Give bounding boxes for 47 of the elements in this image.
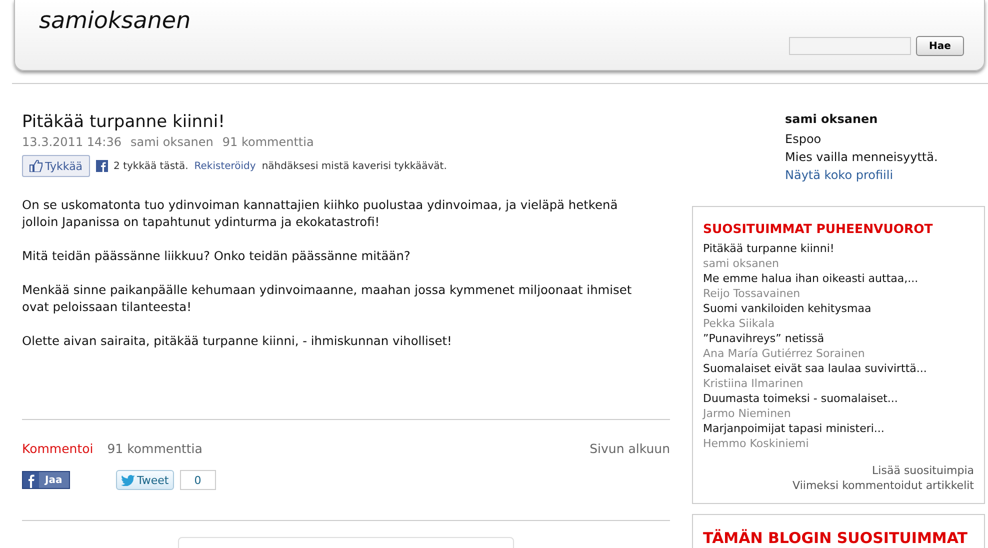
top-link[interactable]: Sivun alkuun xyxy=(590,441,670,456)
panel-title: SUOSITUIMMAT PUHEENVUOROT xyxy=(703,221,934,236)
panel-title: TÄMÄN BLOGIN SUOSITUIMMAT xyxy=(703,529,969,547)
profile-location: Espoo xyxy=(785,131,822,148)
panel-link[interactable]: Lisää suosituimpia xyxy=(872,463,974,478)
site-title[interactable]: samioksanen xyxy=(39,8,191,38)
comment-count: 91 kommenttia xyxy=(107,441,202,456)
article-author: Ana María Gutiérrez Sorainen xyxy=(703,346,866,361)
article-link[interactable]: Suomalaiset eivät saa laulaa suvivirttä... xyxy=(703,361,974,376)
register-link[interactable]: Rekisteröidy xyxy=(194,160,256,172)
article-title: Pitäkää turpanne kiinni! xyxy=(22,112,226,134)
search-button[interactable]: Hae xyxy=(916,36,964,56)
like-button[interactable]: Tykkää xyxy=(22,155,90,177)
article-paragraph: Olette aivan sairaita, pitäkää turpanne kiinni, - ihmiskunnan viholliset! xyxy=(22,333,453,350)
comment-link[interactable]: Kommentoi xyxy=(22,441,94,456)
facebook-icon xyxy=(23,472,39,488)
article-paragraph: Menkää sinne paikanpäälle kehumaan ydinvoimaanne, maahan jossa kymmenet miljoonaat ihmiset ovat peloissaan tilanteesta! xyxy=(22,282,633,316)
article-link[interactable]: Pitäkää turpanne kiinni! xyxy=(703,241,974,256)
article-author: Jarmo Nieminen xyxy=(703,406,792,421)
article-paragraph: Mitä teidän päässänne liikkuu? Onko teidän päässänne mitään? xyxy=(22,248,412,265)
article-author: Reijo Tossavainen xyxy=(703,286,802,301)
tweet-count: 0 xyxy=(180,470,216,490)
article-link[interactable]: Marjanpoimijat tapasi ministeri... xyxy=(703,421,974,436)
profile-link[interactable]: Näytä koko profiili xyxy=(785,166,894,184)
tweet-button[interactable]: Tweet xyxy=(116,470,174,490)
article-author: sami oksanen xyxy=(703,256,780,271)
article-author: Kristiina Ilmarinen xyxy=(703,376,804,391)
share-button[interactable]: Jaa xyxy=(22,471,70,489)
like-count: 2 tykkää tästä. xyxy=(114,160,188,172)
article-link[interactable]: Me emme halua ihan oikeasti auttaa,... xyxy=(703,271,974,286)
article-author: Hemmo Koskiniemi xyxy=(703,436,810,451)
author-link[interactable]: sami oksanen xyxy=(130,135,214,149)
comment-count[interactable]: 91 kommenttia xyxy=(222,135,314,149)
article-author: Pekka Siikala xyxy=(703,316,776,331)
search-field[interactable] xyxy=(789,37,911,55)
profile-name: sami oksanen xyxy=(785,111,878,128)
bird-icon xyxy=(121,474,135,486)
article-link[interactable]: Duumasta toimeksi - suomalaiset... xyxy=(703,391,974,406)
article-link[interactable]: ”Punavihreys” netissä xyxy=(703,331,974,346)
thumbs-up-icon xyxy=(29,160,43,172)
article-paragraph: On se uskomatonta tuo ydinvoiman kannattajien kiihko puolustaa ydinvoimaa, ja vieläpä hetkenä jolloin Japanissa on tapahtunut ydinturma ja ekokatastrofi! xyxy=(22,197,619,231)
post-date: 13.3.2011 14:36 xyxy=(22,135,122,149)
panel-link[interactable]: Viimeksi kommentoidut artikkelit xyxy=(792,478,974,493)
profile-tagline: Mies vailla menneisyyttä. xyxy=(785,149,938,166)
like-hint: nähdäksesi mistä kaverisi tykkäävät. xyxy=(262,160,447,172)
article-link[interactable]: Suomi vankiloiden kehitysmaa xyxy=(703,301,974,316)
facebook-icon xyxy=(96,160,108,172)
